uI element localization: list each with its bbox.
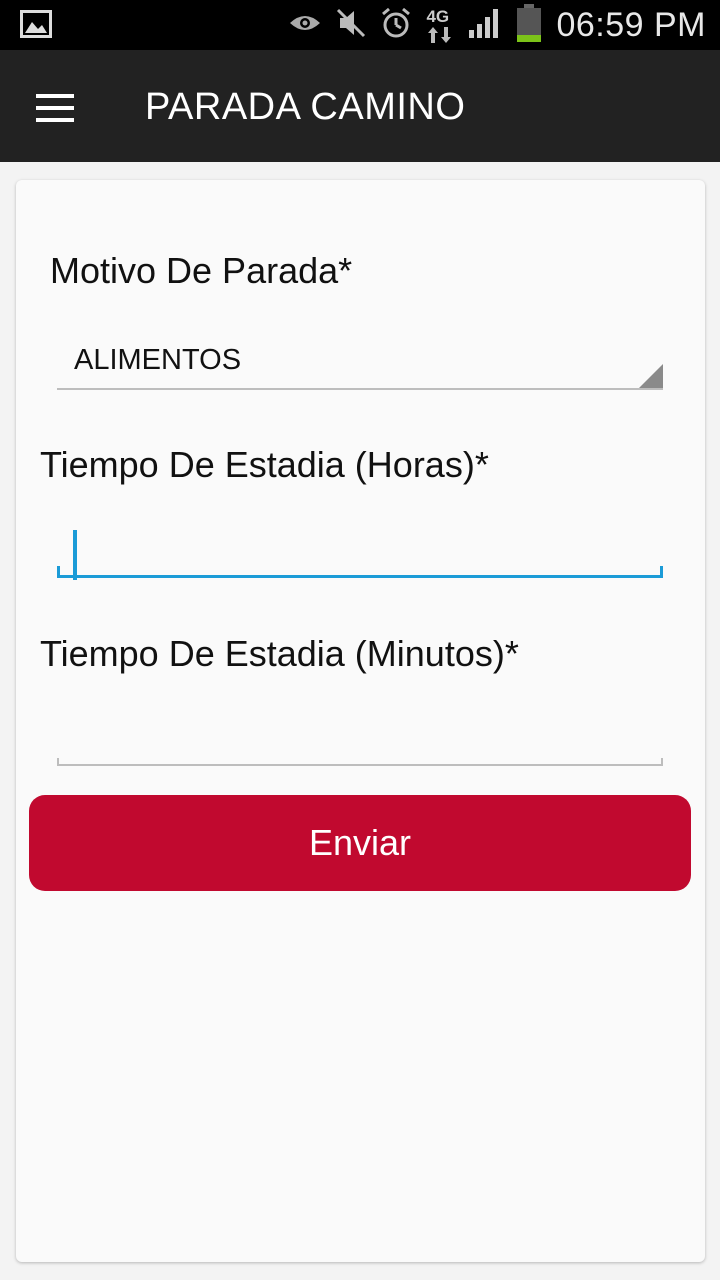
motivo-selected-value: ALIMENTOS [74, 344, 242, 376]
page-title: PARADA CAMINO [145, 86, 466, 128]
enviar-button[interactable]: Enviar [29, 795, 691, 891]
battery-icon [516, 3, 542, 47]
motivo-spinner[interactable]: ALIMENTOS [57, 340, 663, 390]
alarm-icon [380, 7, 412, 44]
motivo-label: Motivo De Parada* [50, 250, 353, 291]
mute-icon [336, 8, 366, 43]
horas-field-wrapper [57, 516, 663, 580]
eye-icon [288, 11, 322, 40]
dropdown-arrow-icon [639, 364, 663, 388]
minutos-field-wrapper [57, 704, 663, 766]
network-4g-icon: 4G [426, 5, 454, 45]
signal-icon [468, 8, 502, 43]
text-cursor [73, 530, 77, 580]
horas-label: Tiempo De Estadia (Horas)* [40, 444, 489, 485]
hamburger-menu-icon[interactable] [36, 94, 76, 122]
minutos-label: Tiempo De Estadia (Minutos)* [40, 633, 519, 674]
horas-input[interactable] [57, 516, 663, 575]
minutos-input[interactable] [57, 704, 663, 764]
status-bar: 4G 06:59 PM [0, 0, 720, 50]
image-icon [20, 10, 52, 43]
toolbar: PARADA CAMINO [0, 50, 720, 162]
status-time: 06:59 PM [556, 5, 706, 44]
